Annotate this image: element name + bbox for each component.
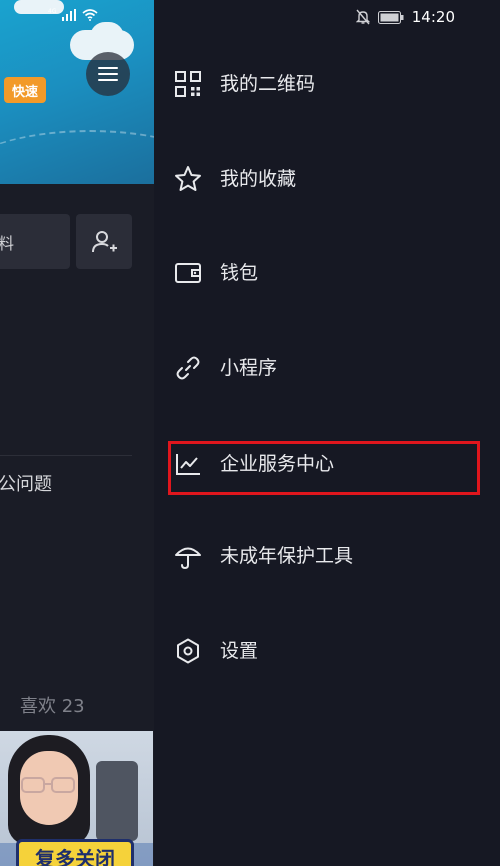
menu-item-label: 我的二维码 [220, 73, 316, 95]
menu-item-wallet[interactable]: 钱包 [154, 243, 500, 303]
wifi-icon [82, 9, 98, 21]
banner-wave [0, 130, 154, 184]
mute-bell-icon [355, 9, 370, 25]
menu-item-my-qr-code[interactable]: 我的二维码 [154, 54, 500, 114]
menu-item-label: 钱包 [220, 262, 259, 284]
add-friend-button[interactable] [76, 214, 132, 269]
menu-line [98, 79, 118, 81]
add-user-icon [92, 230, 117, 252]
menu-item-enterprise-service-center[interactable]: 企业服务中心 [154, 434, 500, 494]
thumbnail-sign: 复多关闭 [16, 839, 134, 866]
faq-entry[interactable]: 公问题 [0, 470, 52, 496]
umbrella-icon [174, 542, 202, 570]
side-drawer: 14:20 我的二维码 我的收藏 钱包 小程序 企业服务中心 未成年保护工具 设… [154, 0, 500, 866]
clock: 14:20 [411, 8, 455, 26]
menu-item-label: 我的收藏 [220, 168, 297, 190]
settings-icon [174, 637, 202, 665]
left-status-icons: 4G [48, 9, 98, 21]
tab-likes[interactable]: 喜欢 23 [20, 692, 85, 718]
edit-profile-button[interactable]: 料 [0, 214, 70, 269]
star-icon [174, 165, 202, 193]
banner-tag: 快速 [4, 77, 46, 103]
video-thumbnail[interactable]: 复多关闭 [0, 731, 153, 866]
profile-banner: 快速 4G [0, 0, 154, 184]
menu-item-minor-protection-tools[interactable]: 未成年保护工具 [154, 526, 500, 586]
menu-line [98, 73, 118, 75]
menu-item-mini-programs[interactable]: 小程序 [154, 338, 500, 398]
profile-page-background: 快速 4G 料 公问题 喜欢 23 复多关闭 [0, 0, 154, 866]
menu-item-label: 小程序 [220, 357, 278, 379]
menu-item-label: 企业服务中心 [220, 453, 335, 475]
signal-icon [62, 9, 77, 21]
section-divider [0, 455, 132, 456]
carrier-badge: 4G [48, 8, 57, 15]
edit-profile-label: 料 [0, 233, 15, 253]
chart-icon [174, 450, 202, 478]
menu-line [98, 67, 118, 69]
screen: 快速 4G 料 公问题 喜欢 23 复多关闭 14:20 我的二维码 我的收藏 … [0, 0, 500, 866]
cloud-decoration [90, 22, 124, 52]
thumbnail-figurine [96, 761, 138, 841]
battery-icon [377, 10, 404, 24]
qr-code-icon [174, 70, 202, 98]
glasses-graphic [21, 777, 75, 793]
status-bar: 14:20 [355, 8, 455, 26]
wallet-icon [174, 259, 202, 287]
link-icon [174, 354, 202, 382]
menu-item-settings[interactable]: 设置 [154, 621, 500, 681]
hamburger-menu-button[interactable] [86, 52, 130, 96]
menu-item-label: 设置 [220, 640, 259, 662]
menu-item-label: 未成年保护工具 [220, 545, 354, 567]
menu-item-my-favorites[interactable]: 我的收藏 [154, 149, 500, 209]
